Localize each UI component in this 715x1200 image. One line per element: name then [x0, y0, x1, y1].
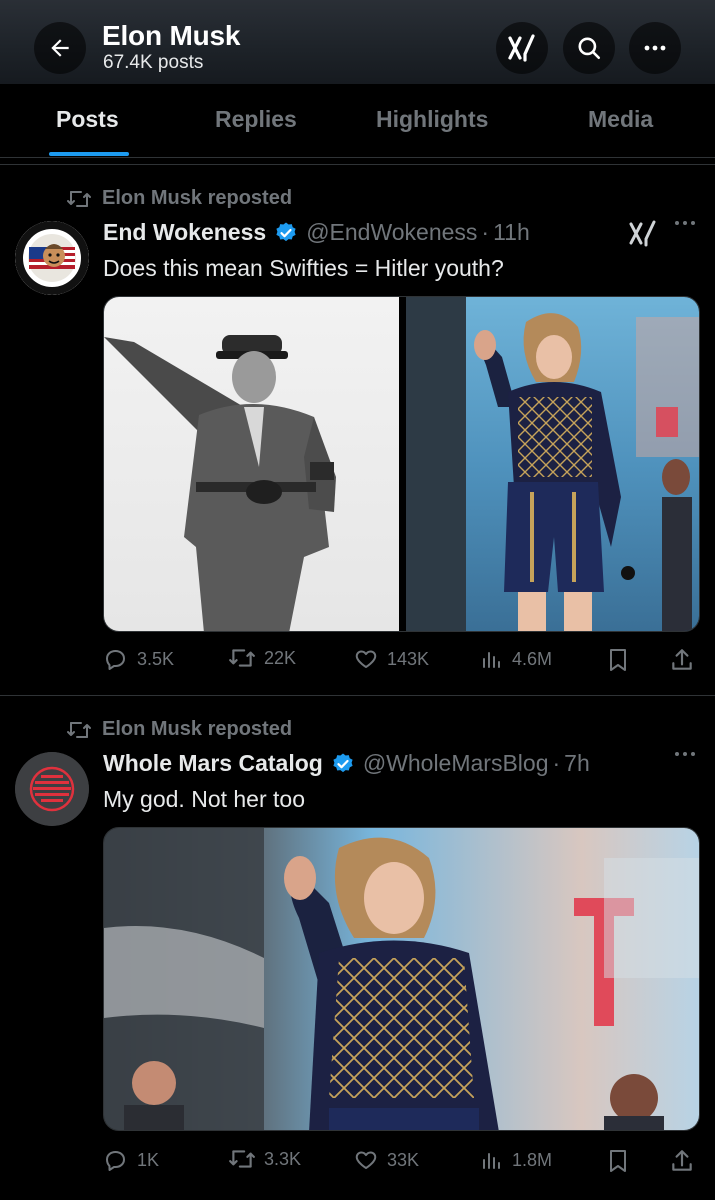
heart-icon	[353, 1148, 379, 1172]
reply-button[interactable]: 1K	[103, 1148, 159, 1172]
post-media[interactable]	[103, 296, 700, 632]
views-icon	[480, 647, 504, 671]
author-name[interactable]: End Wokeness	[103, 219, 266, 246]
repost-count: 22K	[264, 647, 297, 668]
repost-icon	[228, 1148, 256, 1170]
like-count: 143K	[387, 648, 430, 669]
views-icon	[480, 1148, 504, 1172]
post-actions: 1K 3.3K 33K 1.8M	[103, 1148, 703, 1178]
tab-media[interactable]: Media	[588, 106, 653, 133]
post-text: Does this mean Swifties = Hitler youth?	[103, 255, 504, 281]
avatar[interactable]	[15, 752, 89, 826]
media-gap	[399, 297, 406, 631]
more-button[interactable]	[629, 22, 681, 74]
reply-count: 1K	[137, 1149, 160, 1170]
author-handle[interactable]: @WholeMarsBlog	[363, 750, 549, 777]
grok-icon[interactable]	[628, 219, 658, 247]
tab-replies[interactable]: Replies	[215, 106, 297, 133]
profile-name: Elon Musk	[102, 20, 241, 51]
post-count: 67.4K posts	[103, 52, 204, 73]
views-count: 4.6M	[512, 648, 553, 669]
search-button[interactable]	[563, 22, 615, 74]
meta-separator: ·	[481, 219, 490, 245]
grok-icon	[507, 34, 537, 62]
share-icon	[669, 647, 695, 673]
repost-icon	[66, 189, 92, 209]
tab-posts[interactable]: Posts	[56, 106, 119, 133]
media-image-right[interactable]	[406, 297, 699, 631]
post-item[interactable]: Elon Musk reposted End Wokeness @EndWoke…	[0, 165, 715, 695]
post-time[interactable]: 7h	[564, 750, 590, 777]
bookmark-button[interactable]	[606, 1148, 630, 1174]
share-icon	[669, 1148, 695, 1174]
search-icon	[576, 35, 602, 61]
post-header: Whole Mars Catalog @WholeMarsBlog · 7h	[103, 750, 590, 777]
repost-count: 3.3K	[264, 1148, 302, 1169]
verified-badge-icon	[331, 752, 355, 776]
like-button[interactable]: 33K	[353, 1148, 419, 1172]
bookmark-icon	[606, 1148, 630, 1174]
reply-count: 3.5K	[137, 648, 175, 669]
reply-icon	[103, 1148, 129, 1172]
tab-highlights[interactable]: Highlights	[376, 106, 488, 133]
grok-button[interactable]	[496, 22, 548, 74]
post-actions: 3.5K 22K 143K 4.6M	[103, 647, 703, 677]
reply-icon	[103, 647, 129, 671]
back-button[interactable]	[34, 22, 86, 74]
like-count: 33K	[387, 1149, 420, 1170]
repost-button[interactable]: 3.3K	[228, 1148, 301, 1170]
media-image[interactable]	[104, 828, 699, 1130]
share-button[interactable]	[669, 1148, 695, 1174]
repost-label: Elon Musk reposted	[102, 187, 293, 209]
arrow-left-icon	[47, 35, 73, 61]
heart-icon	[353, 647, 379, 671]
views-button[interactable]: 4.6M	[480, 647, 552, 671]
meta-separator: ·	[552, 750, 561, 776]
post-time[interactable]: 11h	[493, 219, 530, 246]
more-icon	[643, 44, 667, 52]
post-more-icon[interactable]	[673, 750, 697, 758]
media-image-left[interactable]	[104, 297, 399, 631]
profile-header: Elon Musk 67.4K posts	[0, 0, 715, 84]
repost-button[interactable]: 22K	[228, 647, 296, 669]
post-text: My god. Not her too	[103, 786, 305, 812]
profile-tabs: Posts Replies Highlights Media	[0, 84, 715, 158]
author-handle[interactable]: @EndWokeness	[306, 219, 477, 246]
like-button[interactable]: 143K	[353, 647, 429, 671]
active-tab-indicator	[49, 152, 129, 156]
bookmark-button[interactable]	[606, 647, 630, 673]
bookmark-icon	[606, 647, 630, 673]
repost-indicator: Elon Musk reposted	[66, 718, 292, 741]
repost-indicator: Elon Musk reposted	[66, 187, 292, 210]
reply-button[interactable]: 3.5K	[103, 647, 174, 671]
repost-icon	[66, 720, 92, 740]
views-button[interactable]: 1.8M	[480, 1148, 552, 1172]
post-item[interactable]: Elon Musk reposted Whole Mars Catalog @W…	[0, 696, 715, 1200]
views-count: 1.8M	[512, 1149, 553, 1170]
post-header: End Wokeness @EndWokeness · 11h	[103, 219, 530, 246]
post-media[interactable]	[103, 827, 700, 1131]
repost-label: Elon Musk reposted	[102, 718, 293, 740]
share-button[interactable]	[669, 647, 695, 673]
author-name[interactable]: Whole Mars Catalog	[103, 750, 323, 777]
avatar[interactable]	[15, 221, 89, 295]
repost-icon	[228, 647, 256, 669]
post-more-icon[interactable]	[673, 219, 697, 227]
verified-badge-icon	[274, 221, 298, 245]
